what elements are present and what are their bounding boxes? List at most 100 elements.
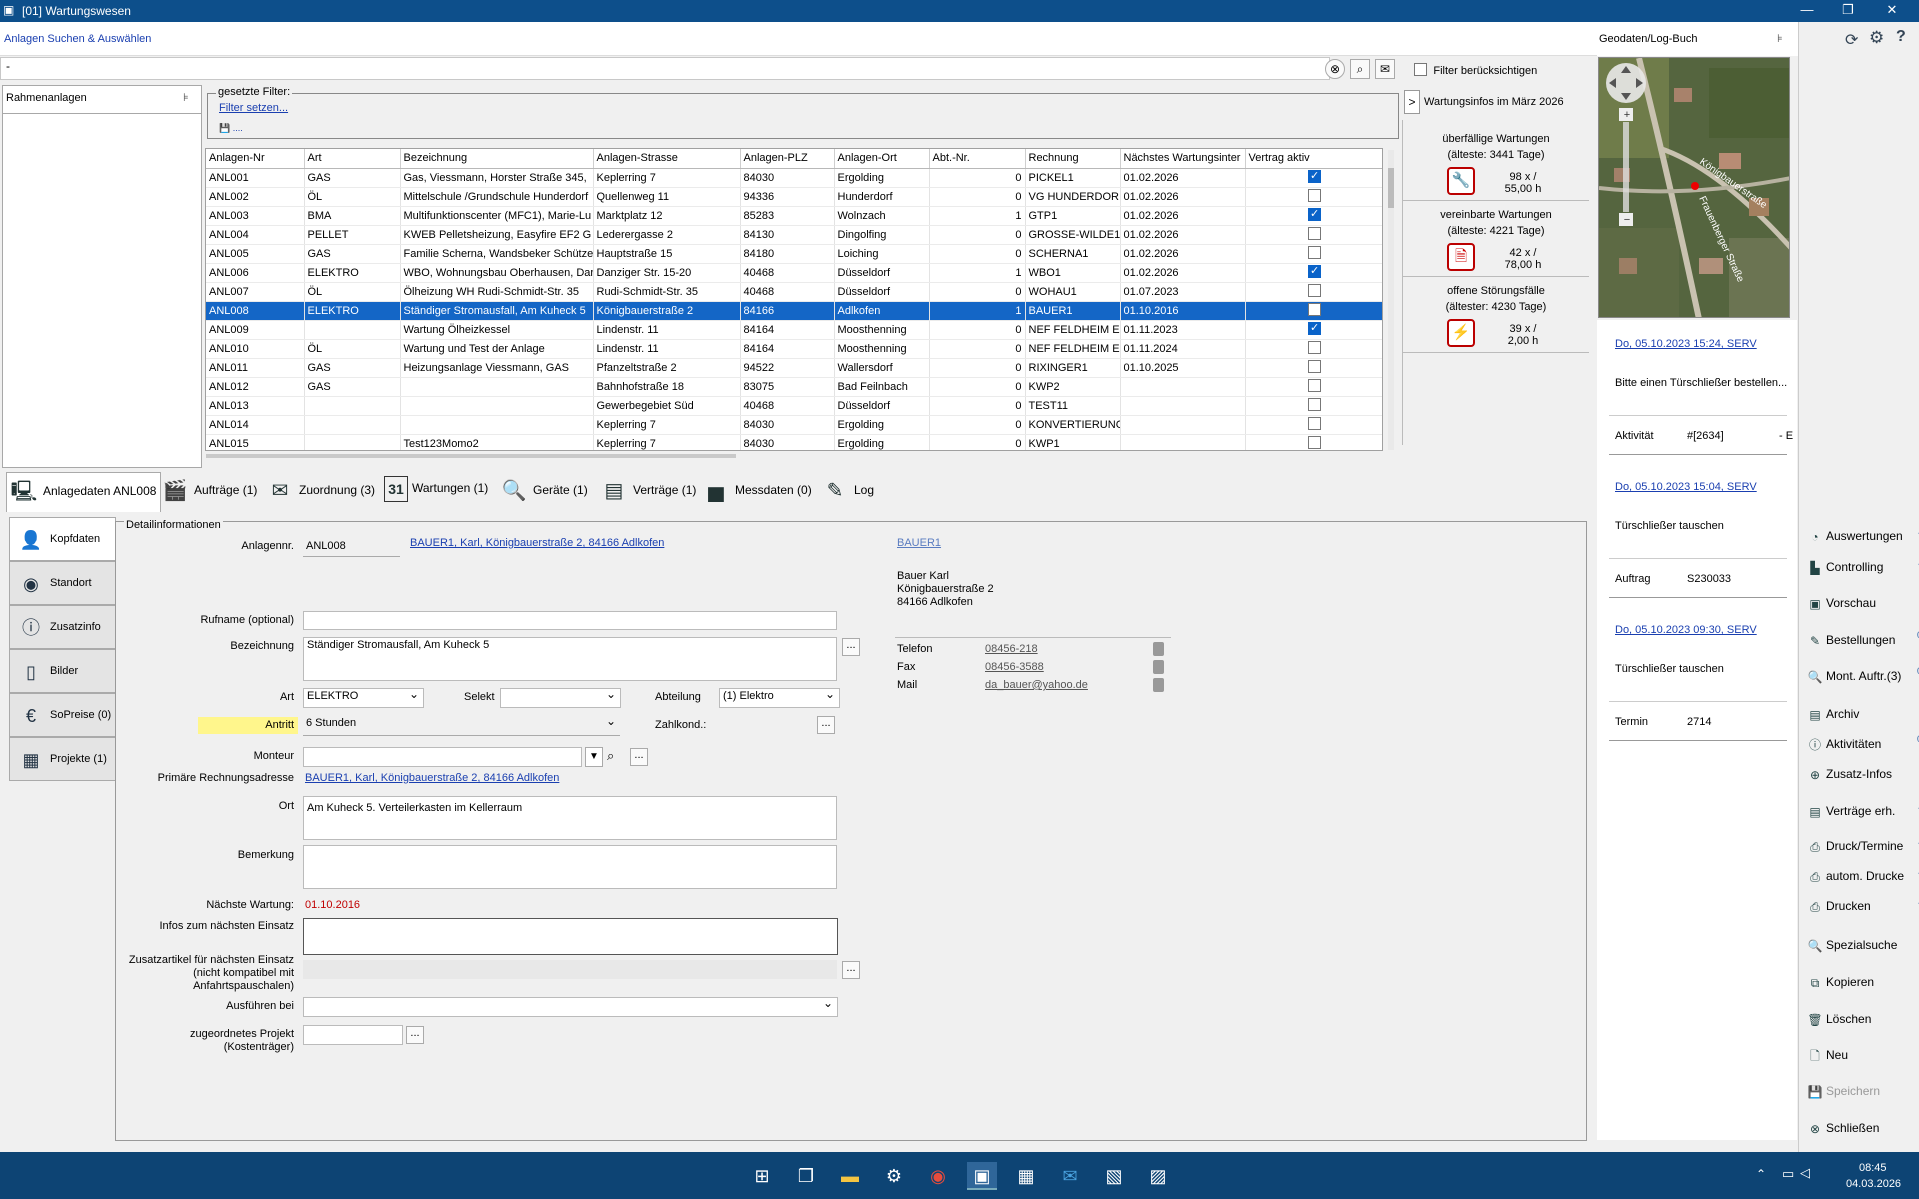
tool-delete[interactable]: 🗑 Löschen xyxy=(1807,1012,1871,1028)
table-row[interactable]: ANL003 BMA Multifunktionscenter (MFC1), Ma… xyxy=(206,206,1382,226)
sidetab-sopreise[interactable]: € SoPreise (0) xyxy=(9,693,116,737)
mail-search-icon[interactable]: ✉ xyxy=(1375,59,1395,79)
tool-copy[interactable]: ⧉ Kopieren xyxy=(1807,975,1874,991)
vertrag-aktiv-checkbox[interactable] xyxy=(1308,416,1321,430)
tray-up-icon[interactable]: ⌃ xyxy=(1756,1167,1766,1181)
tool-info-circle[interactable]: ⓘAktivitäten0 xyxy=(1807,734,1919,753)
table-row[interactable]: ANL010 ÖL Wartung und Test der Anlage Linde… xyxy=(206,339,1382,359)
ort-input[interactable]: Am Kuheck 5. Verteilerkasten im Kellerra… xyxy=(303,796,837,840)
monteur-more-button[interactable]: ... xyxy=(630,748,648,766)
rufname-input[interactable] xyxy=(303,611,837,630)
table-row[interactable]: ANL012 GAS Bahnhofstraße 18 83075 Bad Feilnb… xyxy=(206,377,1382,397)
bemerkung-input[interactable] xyxy=(303,845,837,889)
volume-icon[interactable]: ◁ xyxy=(1800,1165,1810,1181)
vertrag-aktiv-checkbox[interactable] xyxy=(1308,264,1321,278)
wartungswesen-app-icon[interactable]: ▣ xyxy=(967,1162,997,1190)
projekt-more-button[interactable]: ... xyxy=(406,1026,424,1044)
mail-icon[interactable] xyxy=(1153,678,1164,692)
filter-set-link[interactable]: Filter setzen... xyxy=(219,102,288,114)
fax-link[interactable]: 08456-3588 xyxy=(985,661,1044,673)
vertrag-aktiv-checkbox[interactable] xyxy=(1308,188,1321,202)
antritt-select[interactable]: 6 Stunden xyxy=(303,716,620,736)
close-window-button[interactable]: ✕ xyxy=(1882,2,1902,20)
filter-checkbox-box[interactable] xyxy=(1414,63,1427,76)
table-row[interactable]: ANL013 Gewerbegebiet Süd 40468 Düsseldorf 0 T… xyxy=(206,396,1382,416)
vertrag-aktiv-checkbox[interactable] xyxy=(1308,378,1321,392)
telefon-link[interactable]: 08456-218 xyxy=(985,643,1038,655)
vertrag-aktiv-checkbox[interactable] xyxy=(1308,245,1321,259)
tool-bar-chart[interactable]: ▙Controlling↗ xyxy=(1807,557,1919,576)
scrollbar-thumb[interactable] xyxy=(1388,168,1394,208)
tab-aufträge[interactable]: 🎬 Aufträge (1) xyxy=(158,472,261,512)
minimize-button[interactable]: — xyxy=(1797,2,1817,20)
selekt-select[interactable] xyxy=(500,688,621,708)
chrome-icon[interactable]: ◉ xyxy=(923,1162,953,1190)
tool-printer[interactable]: ⎙Drucken↗ xyxy=(1807,896,1919,915)
vertrag-aktiv-checkbox[interactable] xyxy=(1308,435,1321,449)
maximize-button[interactable]: ❐ xyxy=(1838,2,1858,20)
column-header[interactable]: Art xyxy=(304,149,401,169)
tool-new[interactable]: 🗋 Neu xyxy=(1807,1048,1848,1064)
mail-link[interactable]: da_bauer@yahoo.de xyxy=(985,679,1088,691)
vertrag-aktiv-checkbox[interactable] xyxy=(1308,283,1321,297)
column-header[interactable]: Nächstes Wartungsinter xyxy=(1120,149,1246,169)
projekt-input[interactable] xyxy=(303,1025,403,1045)
column-header[interactable]: Anlagen-Strasse xyxy=(593,149,741,169)
infos-input[interactable] xyxy=(303,918,838,955)
monteur-dropdown-icon[interactable]: ▼ xyxy=(585,747,603,767)
vertrag-aktiv-checkbox[interactable] xyxy=(1308,226,1321,240)
log-entry-link[interactable]: Do, 05.10.2023 15:04, SERV xyxy=(1615,481,1757,493)
table-row[interactable]: ANL014 Keplerring 7 84030 Ergolding 0 KONVERT… xyxy=(206,415,1382,435)
map-view[interactable]: + − Frauenberger Straße Königbauerstraße xyxy=(1598,57,1790,318)
art-select[interactable]: ELEKTRO xyxy=(303,688,424,708)
tool-archive[interactable]: ▤ Archiv xyxy=(1807,707,1859,723)
settings-app-icon[interactable]: ⚙ xyxy=(879,1162,909,1190)
tool-printer[interactable]: ⎙autom. Drucke↗ xyxy=(1807,866,1919,885)
help-icon[interactable]: ? xyxy=(1896,28,1906,46)
tab-log[interactable]: ✎ Log xyxy=(818,472,878,512)
table-scrollbar[interactable] xyxy=(1388,150,1394,450)
app-icon-3[interactable]: ▧ xyxy=(1099,1162,1129,1190)
fax-icon[interactable] xyxy=(1153,660,1164,674)
filter-checkbox[interactable]: Filter berücksichtigen xyxy=(1414,63,1537,79)
column-header[interactable]: Bezeichnung xyxy=(400,149,594,169)
search-input[interactable]: - xyxy=(0,57,1330,80)
table-row[interactable]: ANL005 GAS Familie Scherna, Wandsbeker Sch… xyxy=(206,244,1382,264)
vertrag-aktiv-checkbox[interactable] xyxy=(1308,302,1321,316)
table-horizontal-scrollbar[interactable] xyxy=(206,454,736,458)
column-header[interactable]: Anlagen-Nr xyxy=(206,149,305,169)
vertrag-aktiv-checkbox[interactable] xyxy=(1308,321,1321,335)
log-entry-link[interactable]: Do, 05.10.2023 09:30, SERV xyxy=(1615,624,1757,636)
column-header[interactable]: Anlagen-PLZ xyxy=(740,149,835,169)
sidetab-bilder[interactable]: ▯ Bilder xyxy=(9,649,116,693)
task-view-icon[interactable]: ❐ xyxy=(791,1162,821,1190)
stat-box[interactable]: überfällige Wartungen (älteste: 3441 Tage… xyxy=(1403,125,1589,201)
vertrag-aktiv-checkbox[interactable] xyxy=(1308,207,1321,221)
vertrag-aktiv-checkbox[interactable] xyxy=(1308,397,1321,411)
tab-wartungen[interactable]: 31 Wartungen (1) xyxy=(382,472,492,512)
column-header[interactable]: Rechnung xyxy=(1025,149,1121,169)
table-row[interactable]: ANL015 Test123Momo2 Keplerring 7 84030 Ergol… xyxy=(206,434,1382,450)
tab-verträge[interactable]: ▤ Verträge (1) xyxy=(597,472,700,512)
customer-link[interactable]: BAUER1 xyxy=(897,537,941,549)
wartung-expand-button[interactable]: > xyxy=(1404,90,1420,114)
tool-pie[interactable]: ◔Auswertungen↗ xyxy=(1807,526,1919,545)
table-row[interactable]: ANL002 ÖL Mittelschule /Grundschule Hunder… xyxy=(206,187,1382,207)
stat-box[interactable]: vereinbarte Wartungen (älteste: 4221 Tage… xyxy=(1403,201,1589,277)
log-entry-link[interactable]: Do, 05.10.2023 15:24, SERV xyxy=(1615,338,1757,350)
column-header[interactable]: Vertrag aktiv xyxy=(1245,149,1382,169)
search-icon[interactable]: ⌕ xyxy=(1350,59,1370,79)
table-row[interactable]: ANL008 ELEKTRO Ständiger Stromausfall, Am … xyxy=(206,301,1382,321)
tool-search[interactable]: 🔍 Spezialsuche xyxy=(1807,938,1898,954)
vertrag-aktiv-checkbox[interactable] xyxy=(1308,359,1321,373)
tab-messdaten[interactable]: ▅ Messdaten (0) xyxy=(699,472,816,512)
column-header[interactable]: Abt.-Nr. xyxy=(929,149,1026,169)
tool-contract-renew[interactable]: ▤Verträge erh.↗ xyxy=(1807,801,1919,820)
table-row[interactable]: ANL004 PELLET KWEB Pelletsheizung, Easyfir… xyxy=(206,225,1382,245)
refresh-icon[interactable]: ⟳ xyxy=(1845,30,1858,50)
address-link[interactable]: BAUER1, Karl, Königbauerstraße 2, 84166 … xyxy=(410,537,664,549)
network-icon[interactable]: ▭ xyxy=(1782,1166,1794,1182)
table-row[interactable]: ANL007 ÖL Ölheizung WH Rudi-Schmidt-Str. 3… xyxy=(206,282,1382,302)
abteilung-select[interactable]: (1) Elektro xyxy=(719,688,840,708)
sidetab-zusatzinfo[interactable]: ⓘ Zusatzinfo xyxy=(9,605,116,649)
